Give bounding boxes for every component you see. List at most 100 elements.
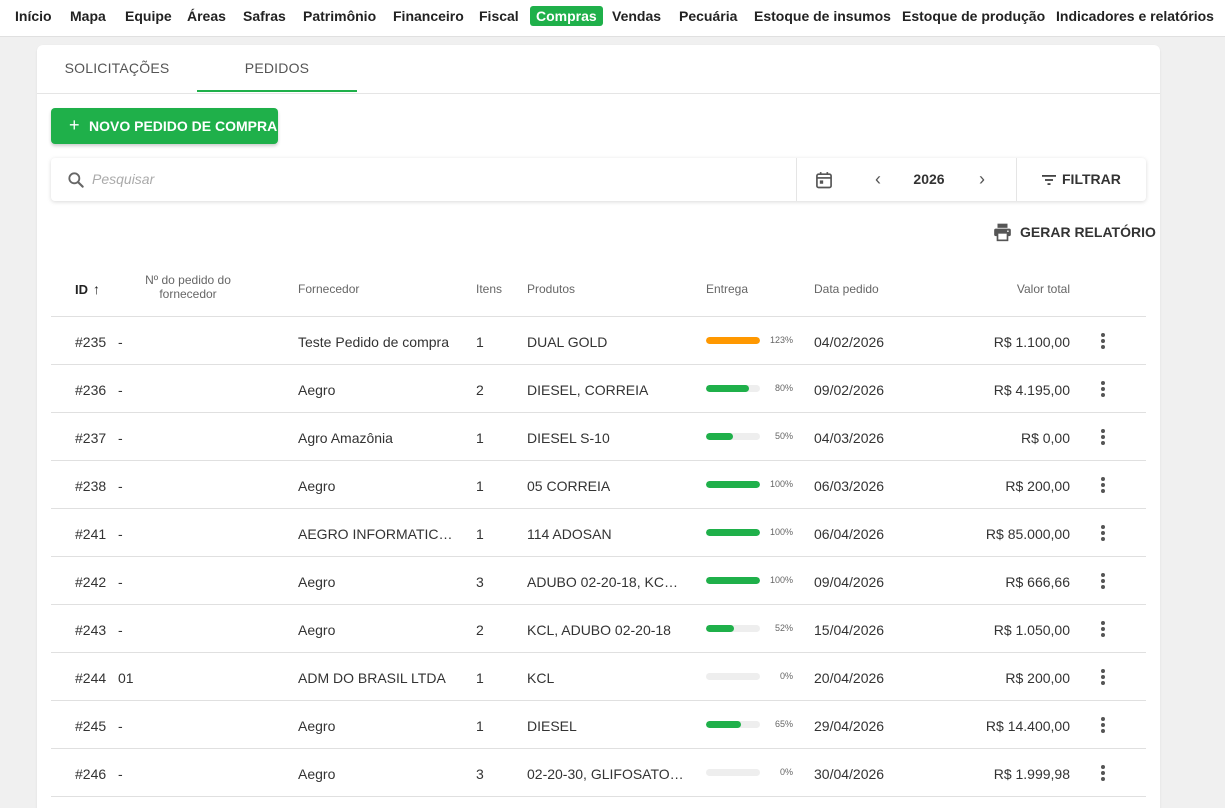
total-value: R$ 1.999,98 bbox=[993, 766, 1070, 782]
more-options-icon[interactable] bbox=[1096, 619, 1110, 639]
delivery-progress-fill bbox=[706, 529, 760, 536]
total-value: R$ 14.400,00 bbox=[985, 718, 1070, 734]
chevron-left-icon[interactable]: ‹ bbox=[869, 169, 887, 189]
table-row[interactable]: #236- Aegro 2 DIESEL, CORREIA 09/02/2026 R$ 4… bbox=[51, 365, 1146, 413]
total-value: R$ 0,00 bbox=[1020, 430, 1070, 446]
tab-pedidos[interactable]: PEDIDOS bbox=[197, 45, 357, 93]
delivery-progress-fill bbox=[706, 337, 760, 344]
supplier-order-number: - bbox=[118, 718, 123, 734]
order-date: 04/02/2026 bbox=[814, 334, 885, 350]
supplier-order-number: - bbox=[118, 382, 123, 398]
delivery-progress-bar bbox=[706, 673, 760, 680]
sort-arrow-up-icon: ↑ bbox=[93, 281, 100, 297]
nav-item-estoque-insumos[interactable]: Estoque de insumos bbox=[754, 6, 891, 26]
delivery-progress-bar bbox=[706, 481, 760, 488]
table-row[interactable]: #246- Aegro 3 02-20-30, GLIFOSATO, C... 30/0… bbox=[51, 749, 1146, 797]
filter-icon bbox=[1042, 175, 1056, 185]
order-id: #246 bbox=[75, 766, 107, 782]
delivery-progress-bar bbox=[706, 385, 760, 392]
column-header-items: Itens bbox=[476, 282, 503, 296]
table-row[interactable]: #245- Aegro 1 DIESEL 29/04/2026 R$ 14.400,00 6… bbox=[51, 701, 1146, 749]
nav-item-inicio[interactable]: Início bbox=[15, 6, 52, 26]
nav-item-safras[interactable]: Safras bbox=[243, 6, 286, 26]
items-count: 3 bbox=[476, 766, 484, 782]
nav-item-vendas[interactable]: Vendas bbox=[612, 6, 661, 26]
nav-item-fiscal[interactable]: Fiscal bbox=[479, 6, 519, 26]
order-date: 06/03/2026 bbox=[814, 478, 885, 494]
total-value: R$ 1.050,00 bbox=[993, 622, 1070, 638]
more-options-icon[interactable] bbox=[1096, 475, 1110, 495]
filter-label: FILTRAR bbox=[1062, 171, 1121, 187]
table-row[interactable]: #244 01 ADM DO BRASIL LTDA 1 KCL 20/04/2026 R$… bbox=[51, 653, 1146, 701]
new-purchase-order-button[interactable]: + NOVO PEDIDO DE COMPRA bbox=[51, 108, 278, 144]
nav-item-pecuaria[interactable]: Pecuária bbox=[679, 6, 737, 26]
column-header-products: Produtos bbox=[527, 282, 576, 296]
tab-solicitacoes[interactable]: SOLICITAÇÕES bbox=[37, 45, 197, 93]
delivery-percentage: 52% bbox=[774, 623, 793, 633]
order-date: 09/04/2026 bbox=[814, 574, 885, 590]
nav-item-indicadores[interactable]: Indicadores e relatórios bbox=[1056, 6, 1214, 26]
supplier-order-number: - bbox=[118, 574, 123, 590]
products: DIESEL S-10 bbox=[527, 430, 610, 446]
delivery-progress-fill bbox=[706, 481, 760, 488]
delivery-percentage: 65% bbox=[774, 719, 793, 729]
more-options-icon[interactable] bbox=[1096, 427, 1110, 447]
orders-card: SOLICITAÇÕES PEDIDOS + NOVO PEDIDO DE CO… bbox=[37, 45, 1160, 808]
order-date: 06/04/2026 bbox=[814, 526, 885, 542]
items-count: 2 bbox=[476, 382, 484, 398]
search-input[interactable] bbox=[92, 166, 692, 192]
table-row[interactable]: #242- Aegro 3 ADUBO 02-20-18, KCL, ... 09/04… bbox=[51, 557, 1146, 605]
delivery-progress-bar bbox=[706, 769, 760, 776]
nav-item-financeiro[interactable]: Financeiro bbox=[393, 6, 464, 26]
divider bbox=[796, 158, 797, 201]
nav-item-mapa[interactable]: Mapa bbox=[70, 6, 106, 26]
delivery-percentage: 0% bbox=[779, 767, 793, 777]
products: ADUBO 02-20-18, KCL, ... bbox=[527, 574, 685, 590]
more-options-icon[interactable] bbox=[1096, 523, 1110, 543]
delivery-progress-bar bbox=[706, 577, 760, 584]
supplier-order-number: - bbox=[118, 622, 123, 638]
table-row[interactable]: #237- Agro Amazônia 1 DIESEL S-10 04/03/2026… bbox=[51, 413, 1146, 461]
new-purchase-order-label: NOVO PEDIDO DE COMPRA bbox=[89, 118, 278, 134]
order-id: #236 bbox=[75, 382, 107, 398]
delivery-progress-bar bbox=[706, 337, 760, 344]
order-id: #243 bbox=[75, 622, 107, 638]
supplier-name: Agro Amazônia bbox=[298, 430, 393, 446]
delivery-percentage: 50% bbox=[774, 431, 793, 441]
column-header-id[interactable]: ID ↑ bbox=[75, 281, 100, 297]
total-value: R$ 4.195,00 bbox=[993, 382, 1070, 398]
nav-item-areas[interactable]: Áreas bbox=[187, 6, 226, 26]
search-icon bbox=[68, 172, 84, 188]
nav-item-patrimonio[interactable]: Patrimônio bbox=[303, 6, 376, 26]
nav-item-equipe[interactable]: Equipe bbox=[125, 6, 172, 26]
chevron-right-icon[interactable]: › bbox=[973, 169, 991, 189]
items-count: 1 bbox=[476, 430, 484, 446]
nav-item-compras[interactable]: Compras bbox=[530, 6, 603, 26]
table-row[interactable]: #243- Aegro 2 KCL, ADUBO 02-20-18 15/04/2026… bbox=[51, 605, 1146, 653]
items-count: 2 bbox=[476, 622, 484, 638]
print-icon bbox=[994, 223, 1011, 242]
delivery-progress-bar bbox=[706, 529, 760, 536]
supplier-order-number: - bbox=[118, 526, 123, 542]
more-options-icon[interactable] bbox=[1096, 763, 1110, 783]
table-row[interactable]: #235- Teste Pedido de compra 1 DUAL GOLD 04/… bbox=[51, 317, 1146, 365]
table-row[interactable]: #238- Aegro 1 05 CORREIA 06/03/2026 R$ 200,00… bbox=[51, 461, 1146, 509]
delivery-percentage: 100% bbox=[769, 479, 793, 489]
supplier-name: Aegro bbox=[298, 574, 336, 590]
column-header-supplier-order-number: Nº do pedido do fornecedor bbox=[145, 273, 231, 301]
calendar-icon[interactable] bbox=[814, 170, 834, 190]
products: KCL, ADUBO 02-20-18 bbox=[527, 622, 671, 638]
search-bar: ‹ 2026 › FILTRAR bbox=[51, 158, 1146, 201]
more-options-icon[interactable] bbox=[1096, 571, 1110, 591]
more-options-icon[interactable] bbox=[1096, 667, 1110, 687]
delivery-progress-bar bbox=[706, 433, 760, 440]
supplier-order-number: - bbox=[118, 478, 123, 494]
nav-item-estoque-producao[interactable]: Estoque de produção bbox=[902, 6, 1045, 26]
supplier-name: Aegro bbox=[298, 622, 336, 638]
more-options-icon[interactable] bbox=[1096, 715, 1110, 735]
tabs-bar: SOLICITAÇÕES PEDIDOS bbox=[37, 45, 1160, 94]
more-options-icon[interactable] bbox=[1096, 379, 1110, 399]
table-row[interactable]: #241- AEGRO INFORMATICA ... 1 114 ADOSAN 06/… bbox=[51, 509, 1146, 557]
order-id: #242 bbox=[75, 574, 107, 590]
more-options-icon[interactable] bbox=[1096, 331, 1110, 351]
